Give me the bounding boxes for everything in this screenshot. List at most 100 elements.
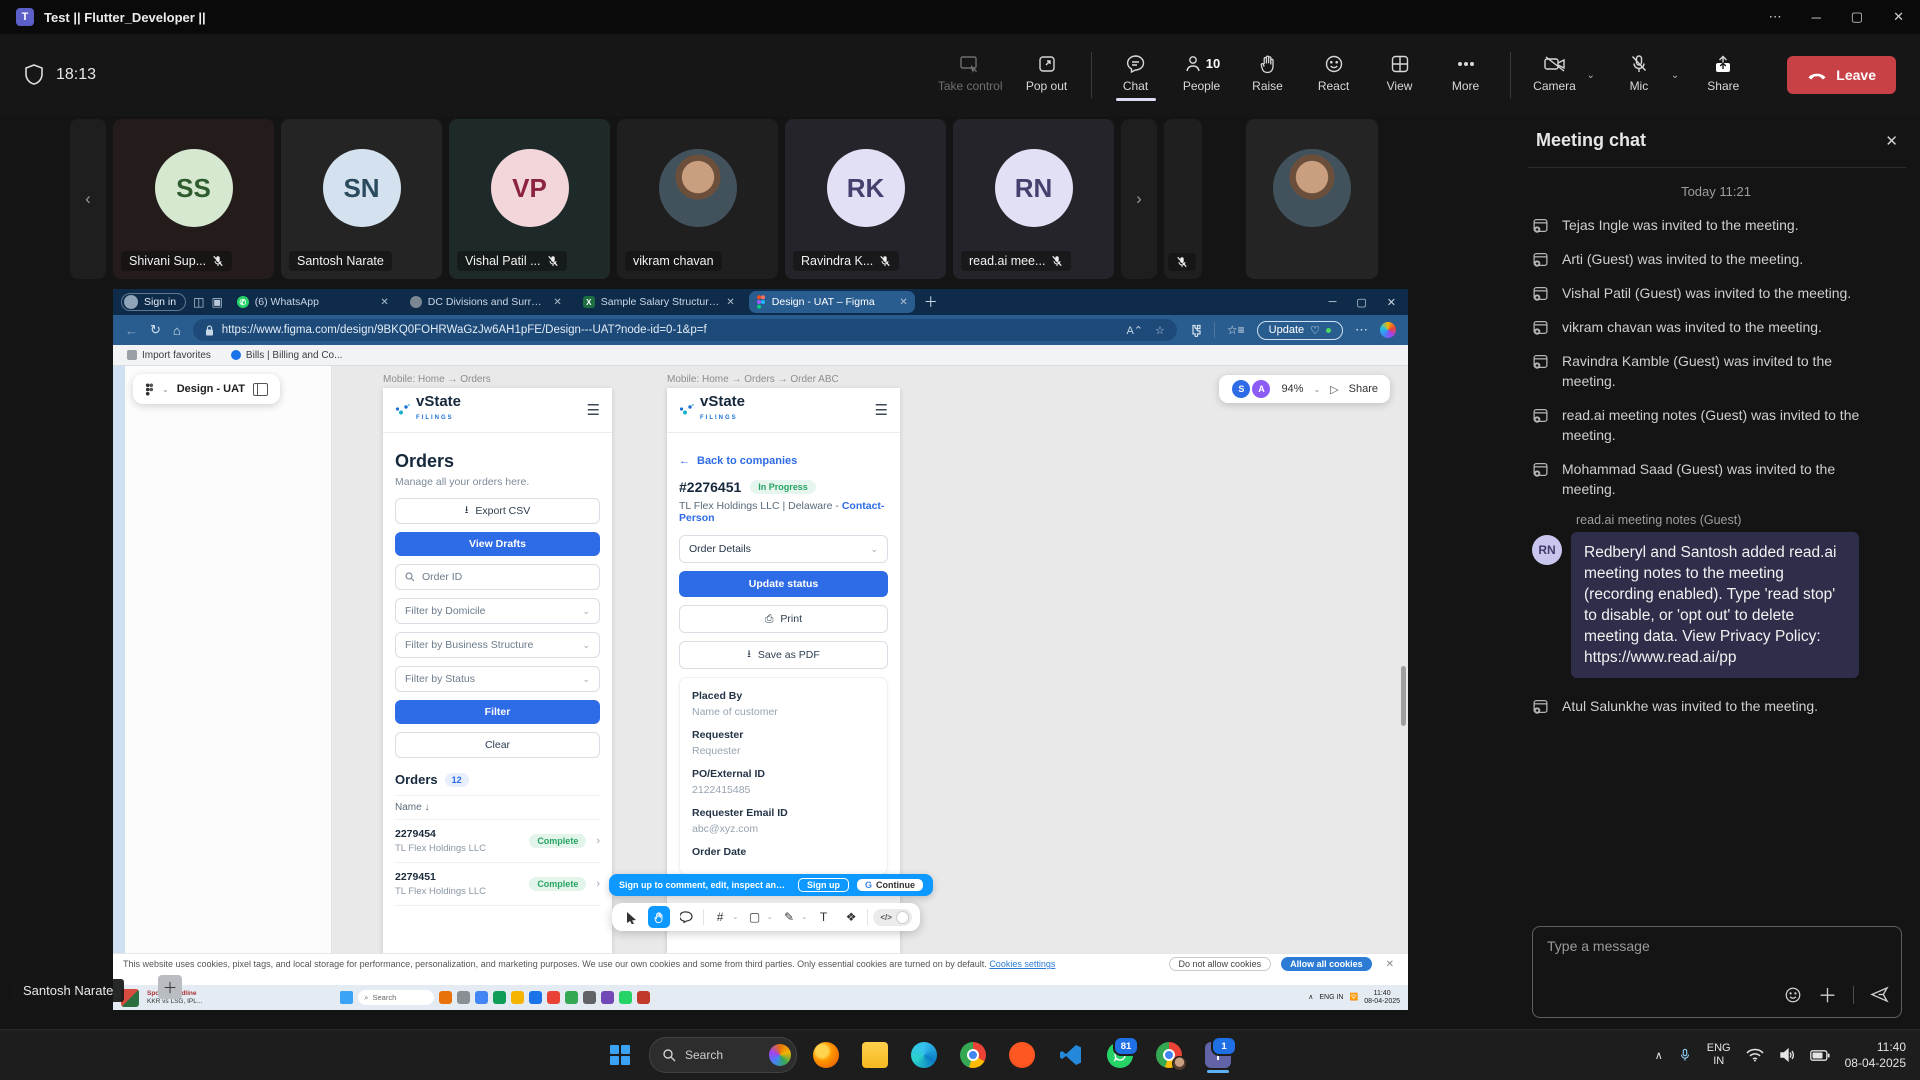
- text-tool[interactable]: T: [812, 906, 835, 928]
- extensions-icon[interactable]: [1189, 324, 1202, 337]
- tab-close-icon[interactable]: ✕: [726, 297, 734, 308]
- refresh-icon[interactable]: ↻: [150, 322, 161, 338]
- bookmark-import-favorites[interactable]: Import favorites: [127, 350, 211, 361]
- layout-panel-icon[interactable]: [253, 383, 268, 396]
- favorites-list-icon[interactable]: ☆≡: [1227, 323, 1245, 337]
- order-row[interactable]: 2279451 TL Flex Holdings LLC Complete ›: [395, 863, 600, 906]
- update-status-button[interactable]: Update status: [679, 571, 888, 597]
- taskbar-chrome[interactable]: [953, 1035, 993, 1075]
- figma-frame-order-detail[interactable]: vState FILINGS ☰ ← Back to companies #22…: [667, 388, 900, 953]
- people-button[interactable]: 10 People: [1180, 54, 1224, 97]
- tab-actions-icon[interactable]: ▣: [211, 295, 222, 309]
- taskbar-app-icon[interactable]: [547, 991, 560, 1004]
- active-speaker-tile[interactable]: [1246, 119, 1378, 279]
- tray-mic-icon[interactable]: [1678, 1046, 1692, 1064]
- pen-tool[interactable]: ✎: [778, 906, 801, 928]
- taskbar-app-icon[interactable]: [493, 991, 506, 1004]
- volume-icon[interactable]: [1779, 1048, 1795, 1062]
- taskbar-search-box[interactable]: Search: [649, 1037, 797, 1073]
- browser-signin-button[interactable]: Sign in: [121, 293, 186, 311]
- shape-tool[interactable]: ▢: [743, 906, 766, 928]
- frame-breadcrumb[interactable]: Mobile: Home → Orders: [383, 374, 491, 385]
- shared-search-box[interactable]: ⌕ Search: [358, 990, 434, 1005]
- figma-frame-orders[interactable]: vState FILINGS ☰ Orders Manage all your …: [383, 388, 612, 953]
- react-button[interactable]: React: [1312, 54, 1356, 97]
- frame-breadcrumb[interactable]: Mobile: Home → Orders → Order ABC: [667, 374, 839, 385]
- titlebar-more-icon[interactable]: ⋯: [1769, 9, 1782, 25]
- share-button[interactable]: Share: [1701, 54, 1745, 97]
- chevron-down-icon[interactable]: ⌄: [732, 913, 738, 921]
- google-continue-button[interactable]: G Continue: [857, 879, 923, 891]
- browser-tab-whatsapp[interactable]: ✆ (6) WhatsApp✕: [230, 291, 396, 313]
- participant-tile[interactable]: SN Santosh Narate: [281, 119, 442, 279]
- order-row[interactable]: 2279454 TL Flex Holdings LLC Complete ›: [395, 820, 600, 863]
- browser-menu-icon[interactable]: ⋯: [1355, 322, 1368, 338]
- taskbar-app-icon[interactable]: [637, 991, 650, 1004]
- filter-business-structure-select[interactable]: Filter by Business Structure⌄: [395, 632, 600, 658]
- chat-message-list[interactable]: Today 11:21 Tejas Ingle was invited to t…: [1528, 168, 1906, 916]
- taskbar-app-icon[interactable]: [511, 991, 524, 1004]
- pop-out-button[interactable]: Pop out: [1025, 54, 1069, 97]
- taskbar-firefox[interactable]: [806, 1035, 846, 1075]
- export-csv-button[interactable]: ⭳ Export CSV: [395, 498, 600, 524]
- battery-icon[interactable]: [1810, 1050, 1830, 1061]
- send-icon[interactable]: [1870, 986, 1889, 1003]
- taskbar-clock[interactable]: 11:40 08-04-2025: [1845, 1039, 1906, 1071]
- zoom-chevron-icon[interactable]: ⌄: [1313, 385, 1320, 394]
- chat-button[interactable]: Chat: [1114, 54, 1158, 97]
- taskbar-app-icon[interactable]: [439, 991, 452, 1004]
- home-icon[interactable]: ⌂: [173, 323, 181, 338]
- browser-tab-figma-active[interactable]: Design - UAT – Figma✕: [749, 291, 915, 313]
- hamburger-menu-icon[interactable]: ☰: [875, 401, 888, 419]
- minimize-button[interactable]: ─: [1812, 10, 1821, 25]
- scroll-right-button[interactable]: ›: [1121, 119, 1157, 279]
- browser-tab-dc-divisions[interactable]: DC Divisions and Surroundings✕: [403, 291, 569, 313]
- close-icon[interactable]: ✕: [1382, 959, 1398, 970]
- deny-cookies-button[interactable]: Do not allow cookies: [1169, 957, 1272, 971]
- save-as-pdf-button[interactable]: ⭳ Save as PDF: [679, 641, 888, 669]
- order-details-select[interactable]: Order Details ⌄: [679, 535, 888, 563]
- participant-tile[interactable]: RN read.ai mee...: [953, 119, 1114, 279]
- tab-close-icon[interactable]: ✕: [380, 297, 388, 308]
- taskbar-app-icon[interactable]: [457, 991, 470, 1004]
- camera-button[interactable]: Camera: [1533, 54, 1577, 97]
- clear-button[interactable]: Clear: [395, 732, 600, 758]
- more-button[interactable]: More: [1444, 54, 1488, 97]
- chat-message-input[interactable]: [1545, 937, 1889, 955]
- view-drafts-button[interactable]: View Drafts: [395, 532, 600, 556]
- close-button[interactable]: ✕: [1893, 9, 1904, 25]
- chat-message[interactable]: RN Redberyl and Santosh added read.ai me…: [1532, 532, 1900, 678]
- taskbar-app-icon[interactable]: [619, 991, 632, 1004]
- figma-file-chip[interactable]: ⌄ Design - UAT: [133, 374, 280, 404]
- taskbar-vscode[interactable]: [1051, 1035, 1091, 1075]
- share-overlay-plus-button[interactable]: ＋: [158, 975, 182, 999]
- taskbar-teams-active[interactable]: T 1: [1198, 1035, 1238, 1075]
- attach-plus-icon[interactable]: ＋: [1818, 981, 1837, 1008]
- view-button[interactable]: View: [1378, 54, 1422, 97]
- raise-hand-button[interactable]: Raise: [1246, 54, 1290, 97]
- browser-tab-salary-sheet[interactable]: X Sample Salary Structure with calc✕: [576, 291, 742, 313]
- collaborator-avatar[interactable]: A: [1251, 379, 1271, 399]
- taskbar-edge[interactable]: [904, 1035, 944, 1075]
- taskbar-chrome-profile[interactable]: [1149, 1035, 1189, 1075]
- browser-close-button[interactable]: ✕: [1387, 296, 1396, 309]
- taskbar-app-icon[interactable]: [601, 991, 614, 1004]
- maximize-button[interactable]: ▢: [1851, 9, 1863, 25]
- participant-tile[interactable]: vikram chavan: [617, 119, 778, 279]
- chevron-down-icon[interactable]: ⌄: [801, 913, 807, 921]
- zoom-level[interactable]: 94%: [1281, 383, 1303, 395]
- comment-tool[interactable]: [675, 906, 698, 928]
- resources-tool[interactable]: ❖: [840, 906, 863, 928]
- taskbar-brave[interactable]: [1002, 1035, 1042, 1075]
- browser-restore-button[interactable]: ▢: [1356, 296, 1366, 309]
- tab-close-icon[interactable]: ✕: [899, 297, 907, 308]
- emoji-icon[interactable]: [1784, 986, 1802, 1004]
- participant-tile[interactable]: SS Shivani Sup...: [113, 119, 274, 279]
- mic-options-chevron-icon[interactable]: ⌄: [1671, 70, 1679, 81]
- tray-expand-chevron-icon[interactable]: ∧: [1655, 1049, 1663, 1062]
- dev-mode-toggle[interactable]: </>: [873, 909, 912, 926]
- url-field[interactable]: https://www.figma.com/design/9BKQ0FOHRWa…: [193, 319, 1177, 341]
- move-tool[interactable]: [620, 906, 643, 928]
- tab-close-icon[interactable]: ✕: [553, 297, 561, 308]
- read-aloud-icon[interactable]: A⌃: [1126, 324, 1143, 337]
